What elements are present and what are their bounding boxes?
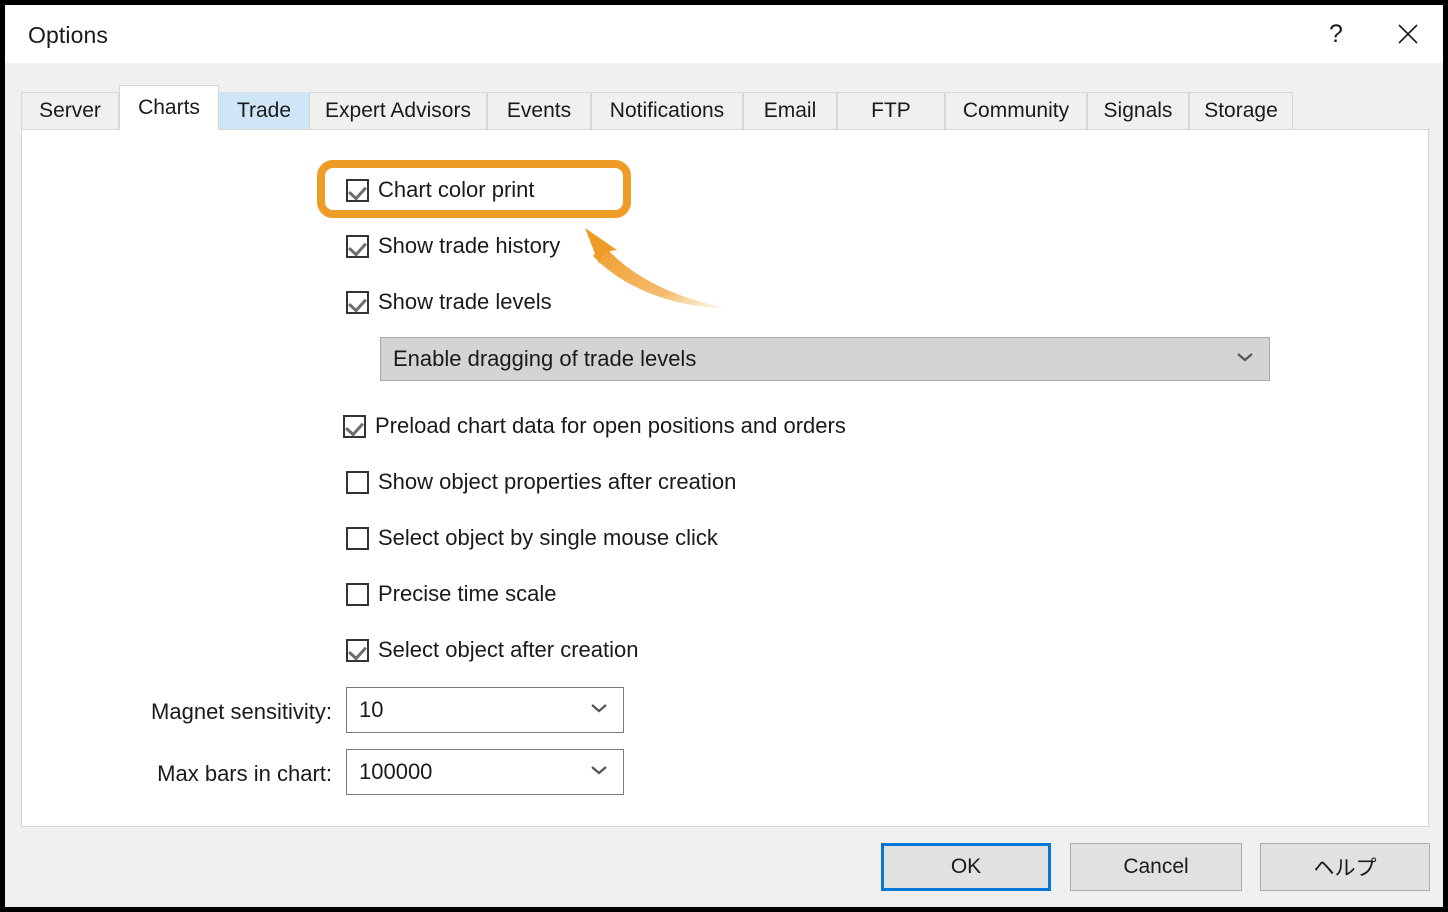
- magnet-sensitivity-label: Magnet sensitivity:: [92, 699, 332, 725]
- close-icon: [1397, 23, 1419, 45]
- checkbox-label-show-trade-history: Show trade history: [378, 233, 560, 259]
- screenshot-root: Options ? Server Charts Trade Expert Adv…: [0, 0, 1448, 912]
- checkbox-label-chart-color-print: Chart color print: [378, 177, 535, 203]
- magnet-sensitivity-value: 10: [359, 697, 383, 723]
- tab-charts[interactable]: Charts: [119, 85, 219, 130]
- trade-levels-dropdown[interactable]: Enable dragging of trade levels: [380, 337, 1270, 381]
- trade-levels-dropdown-value: Enable dragging of trade levels: [393, 346, 696, 372]
- checkbox-row-preload-chart-data[interactable]: Preload chart data for open positions an…: [343, 413, 846, 439]
- ok-button[interactable]: OK: [881, 843, 1051, 891]
- checkbox-select-object-after-creation[interactable]: [346, 639, 369, 662]
- tab-community[interactable]: Community: [945, 92, 1087, 130]
- tab-email[interactable]: Email: [743, 92, 837, 130]
- checkbox-label-select-object-after-creation: Select object after creation: [378, 637, 638, 663]
- checkbox-select-object-single-click[interactable]: [346, 527, 369, 550]
- tab-expert-advisors[interactable]: Expert Advisors: [309, 92, 487, 130]
- checkbox-preload-chart-data[interactable]: [343, 415, 366, 438]
- checkbox-row-show-trade-levels[interactable]: Show trade levels: [346, 289, 552, 315]
- checkbox-label-preload-chart-data: Preload chart data for open positions an…: [375, 413, 846, 439]
- options-dialog: Options ? Server Charts Trade Expert Adv…: [4, 4, 1444, 908]
- chevron-down-icon: [589, 701, 609, 719]
- help-button[interactable]: ?: [1305, 5, 1367, 63]
- tab-events[interactable]: Events: [487, 92, 591, 130]
- checkbox-row-chart-color-print[interactable]: Chart color print: [346, 177, 535, 203]
- checkbox-row-select-object-single-click[interactable]: Select object by single mouse click: [346, 525, 718, 551]
- checkbox-label-show-object-properties: Show object properties after creation: [378, 469, 736, 495]
- checkbox-row-precise-time-scale[interactable]: Precise time scale: [346, 581, 557, 607]
- checkbox-show-trade-levels[interactable]: [346, 291, 369, 314]
- close-button[interactable]: [1377, 5, 1439, 63]
- checkbox-chart-color-print[interactable]: [346, 179, 369, 202]
- max-bars-in-chart-value: 100000: [359, 759, 432, 785]
- max-bars-in-chart-dropdown[interactable]: 100000: [346, 749, 624, 795]
- tab-trade[interactable]: Trade: [219, 92, 309, 130]
- checkbox-precise-time-scale[interactable]: [346, 583, 369, 606]
- title-bar: Options ?: [5, 5, 1443, 63]
- checkbox-label-select-object-single-click: Select object by single mouse click: [378, 525, 718, 551]
- cancel-button[interactable]: Cancel: [1070, 843, 1242, 891]
- tab-storage[interactable]: Storage: [1189, 92, 1293, 130]
- help-footer-button[interactable]: ヘルプ: [1260, 843, 1430, 891]
- checkbox-row-show-trade-history[interactable]: Show trade history: [346, 233, 560, 259]
- window-title: Options: [28, 22, 108, 49]
- checkbox-show-object-properties[interactable]: [346, 471, 369, 494]
- magnet-sensitivity-dropdown[interactable]: 10: [346, 687, 624, 733]
- question-mark-icon: ?: [1329, 22, 1343, 47]
- checkbox-label-precise-time-scale: Precise time scale: [378, 581, 557, 607]
- tab-ftp[interactable]: FTP: [837, 92, 945, 130]
- tab-notifications[interactable]: Notifications: [591, 92, 743, 130]
- tab-signals[interactable]: Signals: [1087, 92, 1189, 130]
- checkbox-row-select-object-after-creation[interactable]: Select object after creation: [346, 637, 638, 663]
- charts-tab-panel: Chart color print Show trade history Sho…: [21, 129, 1429, 827]
- tab-server[interactable]: Server: [21, 92, 119, 130]
- tab-strip: Server Charts Trade Expert Advisors Even…: [21, 85, 1431, 130]
- chevron-down-icon: [1235, 350, 1255, 368]
- max-bars-in-chart-label: Max bars in chart:: [92, 761, 332, 787]
- checkbox-row-show-object-properties[interactable]: Show object properties after creation: [346, 469, 736, 495]
- checkbox-show-trade-history[interactable]: [346, 235, 369, 258]
- chevron-down-icon: [589, 763, 609, 781]
- checkbox-label-show-trade-levels: Show trade levels: [378, 289, 552, 315]
